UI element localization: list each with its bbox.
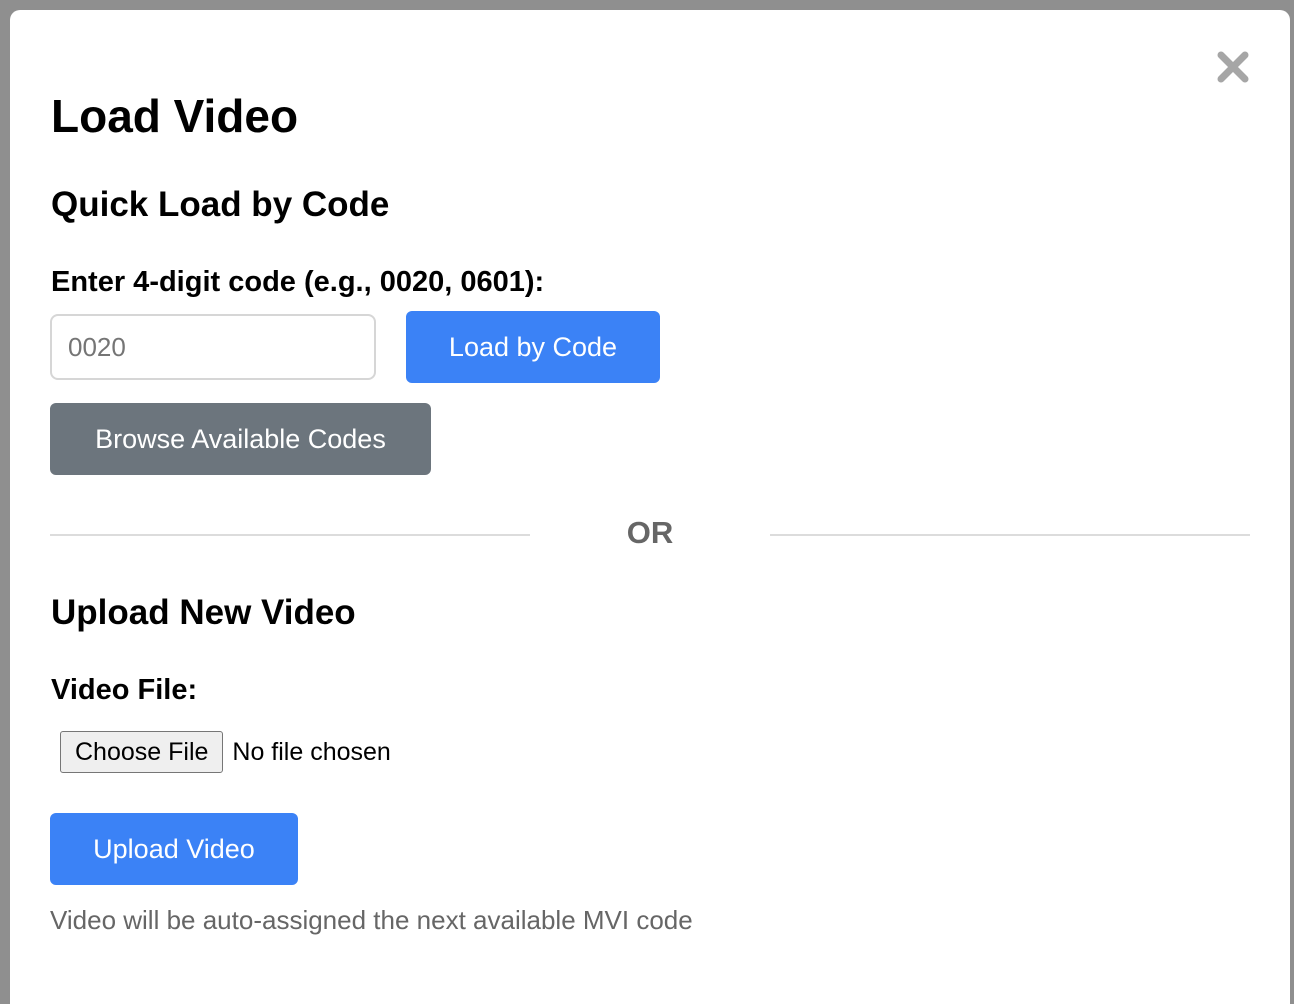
code-label: Enter 4-digit code (e.g., 0020, 0601): bbox=[51, 266, 545, 298]
divider-line-right bbox=[770, 534, 1250, 536]
divider-line-left bbox=[50, 534, 530, 536]
choose-file-button[interactable]: Choose File bbox=[60, 731, 224, 773]
quick-load-heading: Quick Load by Code bbox=[51, 185, 390, 224]
upload-heading: Upload New Video bbox=[51, 593, 356, 632]
upload-video-button[interactable]: Upload Video bbox=[50, 813, 298, 885]
browse-codes-button[interactable]: Browse Available Codes bbox=[50, 403, 431, 475]
upload-hint-text: Video will be auto-assigned the next ava… bbox=[50, 905, 693, 935]
video-file-label: Video File: bbox=[51, 674, 198, 706]
close-button[interactable] bbox=[1216, 50, 1250, 84]
code-input[interactable] bbox=[50, 314, 376, 380]
load-by-code-button[interactable]: Load by Code bbox=[406, 311, 660, 383]
background-page-title bbox=[0, 0, 1294, 10]
file-input[interactable]: Choose File No file chosen bbox=[60, 730, 391, 774]
divider-or-text: OR bbox=[626, 515, 674, 550]
close-icon bbox=[1216, 50, 1250, 84]
load-video-modal: Load Video Quick Load by Code Enter 4-di… bbox=[10, 10, 1290, 1004]
modal-title: Load Video bbox=[51, 90, 299, 142]
file-status-text: No file chosen bbox=[232, 737, 391, 766]
